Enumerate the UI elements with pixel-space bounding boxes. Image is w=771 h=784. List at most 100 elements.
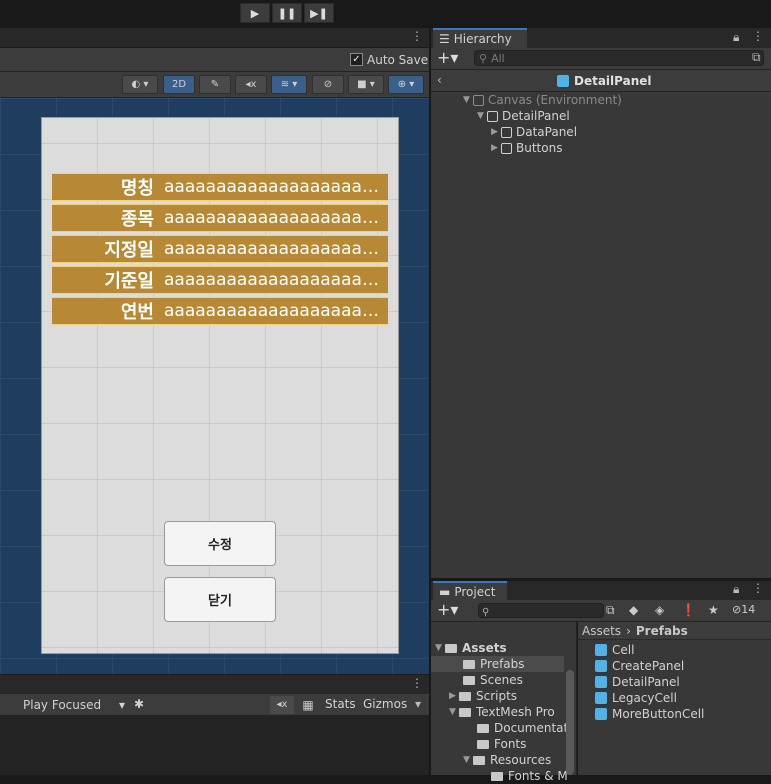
folder-icon	[463, 659, 475, 669]
data-label: 지정일	[104, 240, 154, 261]
back-arrow-icon[interactable]: ‹	[437, 73, 442, 87]
step-button[interactable]: ▶❚	[304, 3, 334, 23]
project-search-input[interactable]: ⚲	[478, 603, 604, 618]
bug-icon[interactable]: ✱	[134, 697, 144, 711]
stats-button[interactable]: Stats	[325, 697, 356, 711]
folder-item-fonts[interactable]: Fonts	[477, 736, 526, 752]
file-item-createpanel[interactable]: CreatePanel	[595, 658, 684, 674]
tree-scrollbar[interactable]	[566, 670, 574, 775]
add-button[interactable]: +▾	[437, 600, 458, 619]
edit-button[interactable]: 수정	[164, 521, 276, 566]
folder-item-resources[interactable]: ▼ Resources	[463, 752, 551, 768]
hierarchy-item-canvas[interactable]: ▼ Canvas (Environment)	[463, 92, 622, 108]
light-icon: ✎	[210, 79, 220, 90]
more-options-icon[interactable]: ⋮	[411, 676, 423, 690]
hierarchy-item-datapanel[interactable]: ▶ DataPanel	[491, 124, 577, 140]
mode-2d-button[interactable]: 2D	[163, 75, 195, 94]
file-item-cell[interactable]: Cell	[595, 642, 634, 658]
file-item-detailpanel[interactable]: DetailPanel	[595, 674, 680, 690]
data-value: aaaaaaaaaaaaaaaaaaaaaaaaaaaa	[164, 301, 388, 321]
expand-arrow-icon[interactable]: ▼	[477, 111, 487, 121]
gameobject-icon	[487, 110, 498, 122]
folder-item-fonts-materials[interactable]: Fonts & M	[491, 768, 568, 784]
add-button[interactable]: +▾	[437, 48, 458, 67]
more-options-icon[interactable]: ⋮	[411, 29, 423, 43]
breadcrumb-assets[interactable]: Assets	[582, 624, 621, 638]
more-options-icon[interactable]: ⋮	[752, 581, 764, 595]
filter-by-type-icon[interactable]: ◆	[629, 603, 638, 617]
gameobject-icon	[501, 142, 512, 154]
prefab-icon	[595, 692, 607, 704]
gizmos-toggle[interactable]: ⊕ ▾	[388, 75, 424, 94]
file-item-legacycell[interactable]: LegacyCell	[595, 690, 677, 706]
hierarchy-item-buttons[interactable]: ▶ Buttons	[491, 140, 562, 156]
folder-item-prefabs[interactable]: Prefabs	[431, 656, 564, 672]
folder-item-textmeshpro[interactable]: ▼ TextMesh Pro	[449, 704, 555, 720]
lock-icon[interactable]: 🔒︎	[733, 30, 739, 45]
gizmos-button[interactable]: Gizmos	[363, 697, 407, 711]
search-by-type-icon[interactable]: ⧉	[606, 603, 615, 618]
warning-icon[interactable]: ❗	[681, 603, 696, 617]
expand-arrow-icon[interactable]: ▼	[435, 643, 445, 653]
audio-toggle[interactable]: ◂x	[235, 75, 267, 94]
expand-arrow-icon[interactable]: ▼	[449, 707, 459, 717]
expand-arrow-icon[interactable]: ▼	[463, 755, 473, 765]
scene-toolbar: ✓ Auto Save	[0, 48, 429, 72]
file-item-morebuttoncell[interactable]: MoreButtonCell	[595, 706, 704, 722]
scene-search-icon[interactable]: ⧉	[752, 50, 761, 65]
hierarchy-tree: ▼ Canvas (Environment) ▼ DetailPanel ▶ Data…	[431, 92, 771, 578]
data-label: 기준일	[104, 271, 154, 292]
play-focused-dropdown[interactable]: Play Focused ▾	[20, 696, 128, 714]
hidden-packages-toggle[interactable]: ⊘14	[732, 603, 755, 616]
mute-audio-button[interactable]: ◂x	[270, 696, 294, 714]
hierarchy-item-detailpanel[interactable]: ▼ DetailPanel	[477, 108, 570, 124]
effects-toggle[interactable]: ≋ ▾	[271, 75, 307, 94]
close-button[interactable]: 닫기	[164, 577, 276, 622]
favorite-star-icon[interactable]: ★	[708, 603, 719, 617]
prefab-header: ‹ DetailPanel	[431, 70, 771, 92]
folder-item-scenes[interactable]: Scenes	[463, 672, 523, 688]
folder-icon: ▬	[439, 585, 451, 599]
play-button[interactable]: ▶	[240, 3, 270, 23]
data-label: 명칭	[120, 178, 154, 199]
folder-icon	[459, 691, 471, 701]
data-row-type: 종목 aaaaaaaaaaaaaaaaaaaaaaaaaaaa	[52, 204, 388, 232]
breadcrumb: Assets › Prefabs	[578, 622, 771, 640]
game-tab-bar: ⋮	[0, 674, 429, 694]
folder-item-scripts[interactable]: ▶ Scripts	[449, 688, 517, 704]
lighting-toggle[interactable]: ✎	[199, 75, 231, 94]
data-value: aaaaaaaaaaaaaaaaaaaaaaaaaaaa	[164, 239, 388, 259]
data-row-name: 명칭 aaaaaaaaaaaaaaaaaaaaaaaaaaaa	[52, 173, 388, 201]
hierarchy-tab-bar: ☰ Hierarchy 🔒︎ ⋮	[431, 28, 771, 48]
play-toolbar: ▶ ❚❚ ▶❚	[0, 0, 771, 28]
expand-arrow-icon[interactable]: ▶	[449, 691, 459, 701]
data-row-reference-date: 기준일 aaaaaaaaaaaaaaaaaaaaaaaaaaaa	[52, 266, 388, 294]
scene-view-toolbar: ◐ ▾ 2D ✎ ◂x ≋ ▾ ⊘ ■ ▾ ⊕ ▾	[0, 72, 429, 98]
pause-icon: ❚❚	[277, 6, 297, 20]
tab-hierarchy[interactable]: ☰ Hierarchy	[433, 28, 527, 48]
chevron-down-icon: ▾	[118, 698, 125, 712]
folder-item-documentation[interactable]: Documentat	[477, 720, 568, 736]
breadcrumb-prefabs[interactable]: Prefabs	[636, 624, 688, 638]
folder-icon	[473, 755, 485, 765]
grid-button[interactable]: ▦	[297, 696, 319, 714]
more-options-icon[interactable]: ⋮	[752, 29, 764, 43]
expand-arrow-icon[interactable]: ▶	[491, 127, 501, 137]
label-icon[interactable]: ◈	[655, 603, 664, 617]
shading-mode-button[interactable]: ◐ ▾	[122, 75, 158, 94]
camera-settings-button[interactable]: ■ ▾	[348, 75, 384, 94]
chevron-down-icon[interactable]: ▾	[415, 697, 421, 711]
lock-icon[interactable]: 🔒︎	[733, 582, 739, 597]
hierarchy-search-input[interactable]: ⚲ All	[474, 50, 764, 66]
auto-save-checkbox[interactable]: ✓	[350, 53, 363, 66]
folder-item-assets[interactable]: ▼ Assets	[435, 640, 507, 656]
data-label: 종목	[120, 209, 154, 230]
prefab-title: DetailPanel	[574, 74, 652, 88]
expand-arrow-icon[interactable]: ▼	[463, 95, 473, 105]
step-icon: ▶❚	[310, 6, 328, 20]
scene-visibility-toggle[interactable]: ⊘	[312, 75, 344, 94]
tab-project[interactable]: ▬ Project	[433, 581, 507, 601]
expand-arrow-icon[interactable]: ▶	[491, 143, 501, 153]
pause-button[interactable]: ❚❚	[272, 3, 302, 23]
keyboard-icon: ▦	[302, 698, 314, 712]
